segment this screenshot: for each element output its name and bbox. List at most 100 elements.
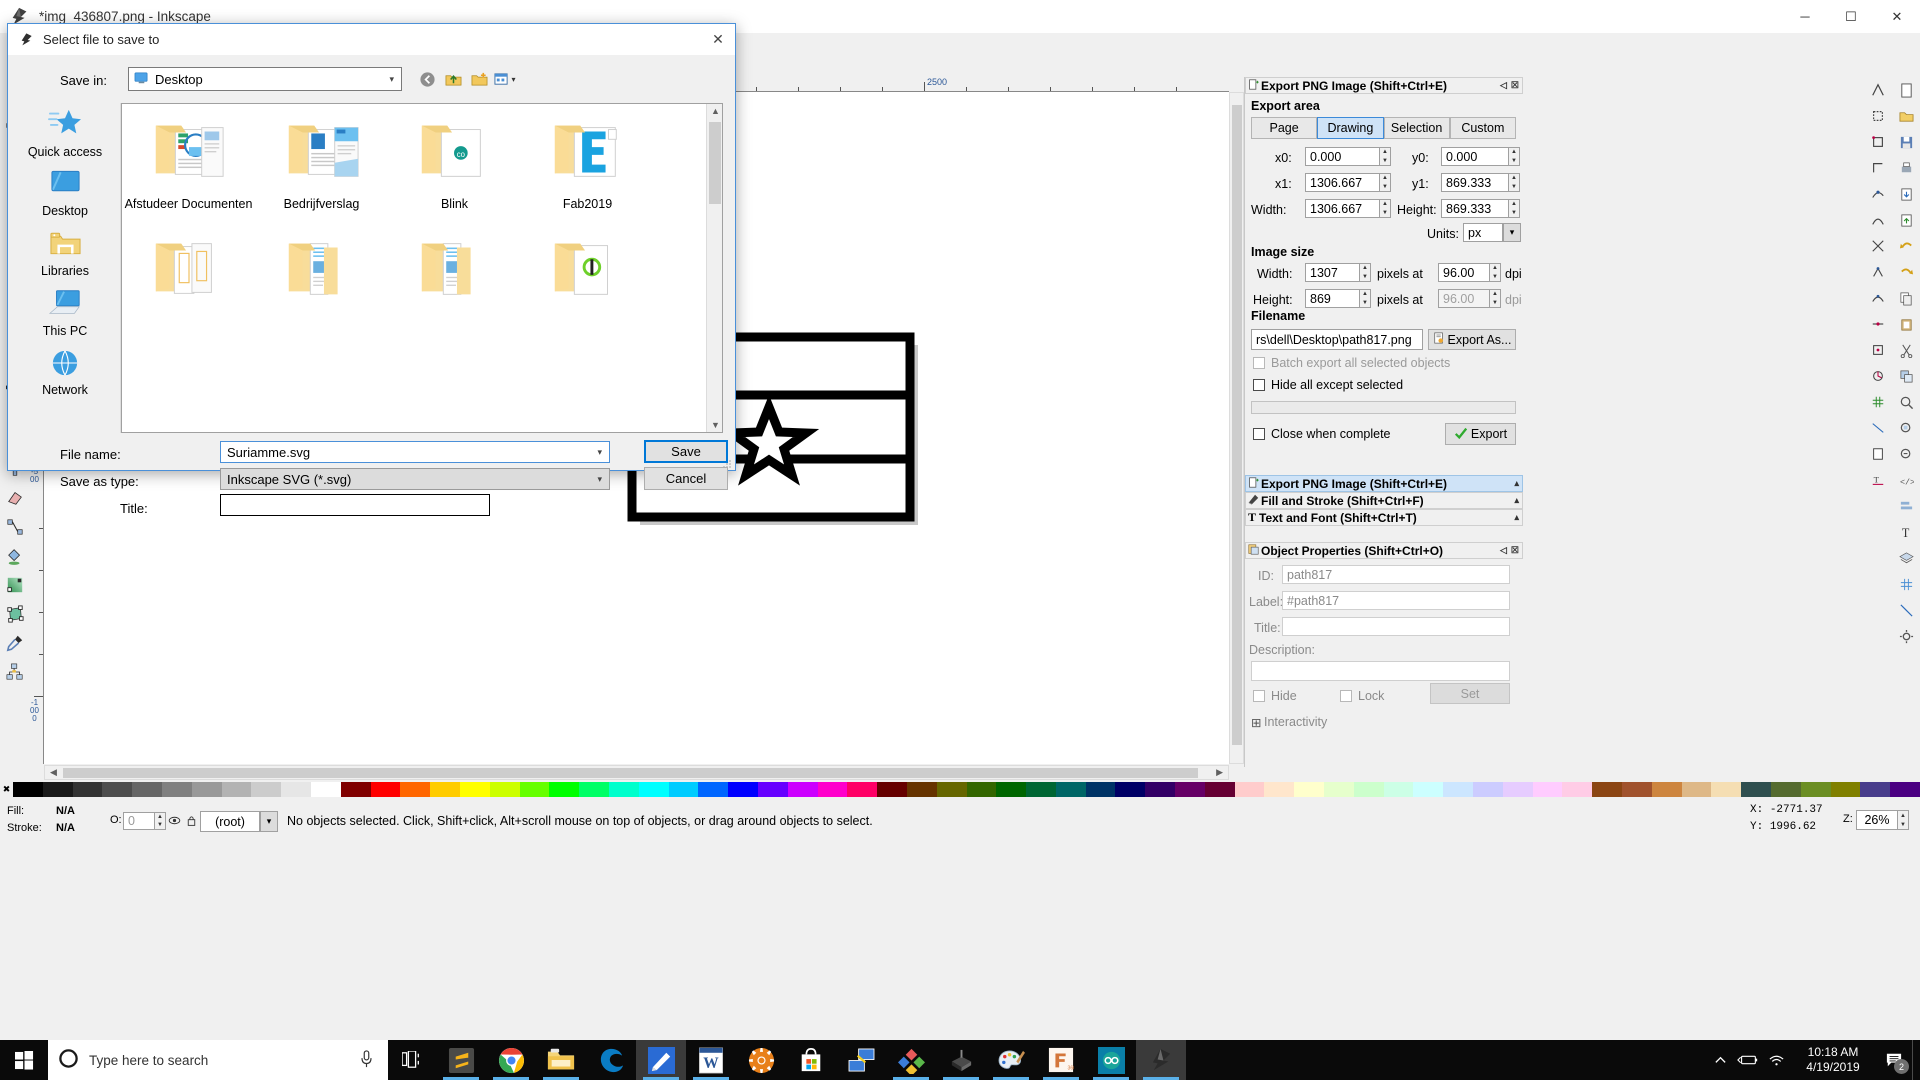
export-area-tab-selection[interactable]: Selection (1383, 117, 1450, 139)
palette-swatch[interactable] (966, 782, 997, 797)
snap-smooth-icon[interactable] (1864, 285, 1892, 311)
x1-input[interactable]: 1306.667 (1305, 173, 1380, 192)
opacity-stepper[interactable]: ▲ ▼ (155, 812, 166, 830)
file-item[interactable] (521, 222, 654, 340)
object-title-input[interactable] (1282, 617, 1510, 636)
color-palette[interactable]: ✖ (0, 782, 1920, 797)
snap-path-icon[interactable] (1864, 207, 1892, 233)
snap-text-baseline-icon[interactable]: T (1864, 467, 1892, 493)
layer-lock-icon[interactable] (186, 814, 197, 830)
object-label-input[interactable]: #path817 (1282, 591, 1510, 610)
taskbar-app-snipping-tool[interactable] (636, 1040, 686, 1080)
layer-dropdown-icon[interactable]: ▾ (260, 811, 278, 832)
snap-midpoint-icon[interactable] (1864, 311, 1892, 337)
palette-swatch[interactable] (728, 782, 758, 797)
align-icon[interactable] (1892, 493, 1920, 519)
image-width-input[interactable]: 1307 (1305, 263, 1360, 282)
taskbar-app-sublime-text[interactable] (436, 1040, 486, 1080)
snap-center-icon[interactable] (1864, 337, 1892, 363)
export-button[interactable]: Export (1445, 423, 1516, 445)
palette-swatch[interactable] (221, 782, 252, 797)
tool-connector-icon[interactable] (0, 512, 29, 541)
image-width-stepper[interactable]: ▲ ▼ (1360, 263, 1371, 282)
file-item[interactable]: Bedrijfverslag (255, 104, 388, 222)
taskbar-app-arduino[interactable] (1086, 1040, 1136, 1080)
taskbar-app-paint[interactable] (986, 1040, 1036, 1080)
scrollbar-thumb[interactable] (709, 122, 721, 204)
grid-toggle-icon[interactable] (1892, 571, 1920, 597)
palette-swatch[interactable] (1145, 782, 1176, 797)
taskbar-app-microsoft-store[interactable] (786, 1040, 836, 1080)
tool-dropper-icon[interactable] (0, 628, 29, 657)
scrollbar-thumb[interactable] (63, 768, 1198, 778)
palette-swatch[interactable] (72, 782, 103, 797)
save-in-combobox[interactable]: Desktop ▾ (128, 67, 402, 91)
file-item[interactable] (255, 222, 388, 340)
panel-close-icon[interactable]: ☒ (1511, 545, 1519, 556)
palette-swatch[interactable] (1860, 782, 1891, 797)
dpi-x-input[interactable]: 96.00 (1438, 263, 1490, 282)
taskbar-app-microsoft-edge[interactable] (586, 1040, 636, 1080)
palette-swatch[interactable] (161, 782, 192, 797)
print-icon[interactable] (1892, 155, 1920, 181)
export-area-tab-page[interactable]: Page (1251, 117, 1318, 139)
palette-swatch[interactable] (13, 782, 43, 797)
scroll-down-icon[interactable]: ▼ (711, 420, 720, 430)
palette-swatch[interactable] (638, 782, 669, 797)
layer-visibility-icon[interactable] (168, 814, 181, 830)
file-item[interactable]: Fab2019 (521, 104, 654, 222)
palette-swatch[interactable] (608, 782, 639, 797)
maximize-button[interactable]: ☐ (1828, 0, 1874, 33)
palette-swatch[interactable] (340, 782, 371, 797)
export-height-stepper[interactable]: ▲ ▼ (1509, 199, 1520, 218)
canvas-horizontal-scrollbar[interactable]: ◀ ▶ (44, 765, 1229, 780)
palette-swatch[interactable] (996, 782, 1027, 797)
palette-swatch[interactable] (1622, 782, 1652, 797)
y0-stepper[interactable]: ▲ ▼ (1509, 147, 1520, 166)
image-height-stepper[interactable]: ▲ ▼ (1360, 289, 1371, 308)
x1-stepper[interactable]: ▲ ▼ (1380, 173, 1391, 192)
taskbar-app-fusion360[interactable]: 360 (1036, 1040, 1086, 1080)
zoom-drawing-icon[interactable] (1892, 389, 1920, 415)
file-name-input[interactable]: Suriamme.svg ▾ (220, 441, 610, 463)
palette-swatch[interactable] (1353, 782, 1384, 797)
back-icon[interactable] (416, 68, 438, 90)
y0-input[interactable]: 0.000 (1441, 147, 1509, 166)
dialog-resize-handle[interactable] (722, 457, 732, 468)
taskbar-app-file-explorer[interactable] (536, 1040, 586, 1080)
palette-swatch[interactable] (42, 782, 73, 797)
undo-icon[interactable] (1892, 233, 1920, 259)
file-item[interactable]: Afstudeer Documenten (122, 104, 255, 222)
tool-mesh-icon[interactable] (0, 599, 29, 628)
place-desktop[interactable]: Desktop (9, 163, 121, 223)
palette-swatch[interactable] (1711, 782, 1742, 797)
palette-swatch[interactable] (906, 782, 937, 797)
palette-swatch[interactable] (1473, 782, 1503, 797)
search-box[interactable]: Type here to search (48, 1040, 388, 1080)
palette-swatch[interactable] (877, 782, 907, 797)
y1-stepper[interactable]: ▲ ▼ (1509, 173, 1520, 192)
cancel-button[interactable]: Cancel (644, 467, 728, 490)
chevron-down-icon[interactable]: ▾ (511, 75, 515, 84)
canvas-vertical-scrollbar[interactable] (1229, 92, 1244, 764)
panel-header-object-properties[interactable]: Object Properties (Shift+Ctrl+O) ◁ ☒ (1245, 542, 1523, 559)
palette-swatch[interactable] (1502, 782, 1533, 797)
save-as-type-combobox[interactable]: Inkscape SVG (*.svg) ▾ (220, 468, 610, 490)
taskbar-app-inkscape[interactable] (1136, 1040, 1186, 1080)
snap-bbox-icon[interactable] (1864, 103, 1892, 129)
palette-swatch[interactable] (370, 782, 401, 797)
palette-swatch[interactable] (1204, 782, 1235, 797)
export-height-input[interactable]: 869.333 (1441, 199, 1509, 218)
palette-remove-color-icon[interactable]: ✖ (0, 782, 13, 797)
show-desktop-button[interactable] (1912, 1040, 1920, 1080)
snap-intersect-icon[interactable] (1864, 233, 1892, 259)
snap-bbox-corner-icon[interactable] (1864, 155, 1892, 181)
hide-all-checkbox[interactable] (1253, 379, 1265, 391)
new-folder-icon[interactable] (468, 68, 490, 90)
palette-swatch[interactable] (579, 782, 609, 797)
palette-swatch[interactable] (1234, 782, 1265, 797)
tool-gradient-icon[interactable] (0, 570, 29, 599)
interactivity-expand-icon[interactable]: ⊞ (1251, 715, 1261, 730)
redo-icon[interactable] (1892, 259, 1920, 285)
export-area-tab-drawing[interactable]: Drawing (1317, 117, 1384, 139)
